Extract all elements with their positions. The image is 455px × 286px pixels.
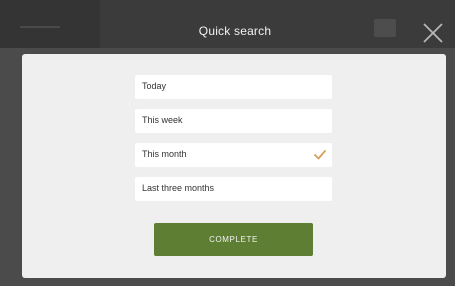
top-bar-small-control[interactable] <box>374 19 396 37</box>
close-icon <box>423 23 443 43</box>
complete-button[interactable]: COMPLETE <box>154 223 313 256</box>
option-this-month[interactable]: This month <box>135 143 332 167</box>
option-today[interactable]: Today <box>135 75 332 99</box>
top-bar: Quick search <box>0 0 455 48</box>
option-today-label: Today <box>142 81 167 91</box>
option-last-three-months[interactable]: Last three months <box>135 177 332 201</box>
checkmark-icon <box>314 150 326 160</box>
option-this-week-label: This week <box>142 115 183 125</box>
dialog-title: Quick search <box>198 24 272 38</box>
close-button[interactable] <box>422 22 444 44</box>
top-bar-left-placeholder <box>20 26 60 28</box>
option-this-month-label: This month <box>142 149 187 159</box>
option-this-week[interactable]: This week <box>135 109 332 133</box>
top-bar-left-area <box>0 0 100 48</box>
option-last-three-months-label: Last three months <box>142 183 215 193</box>
